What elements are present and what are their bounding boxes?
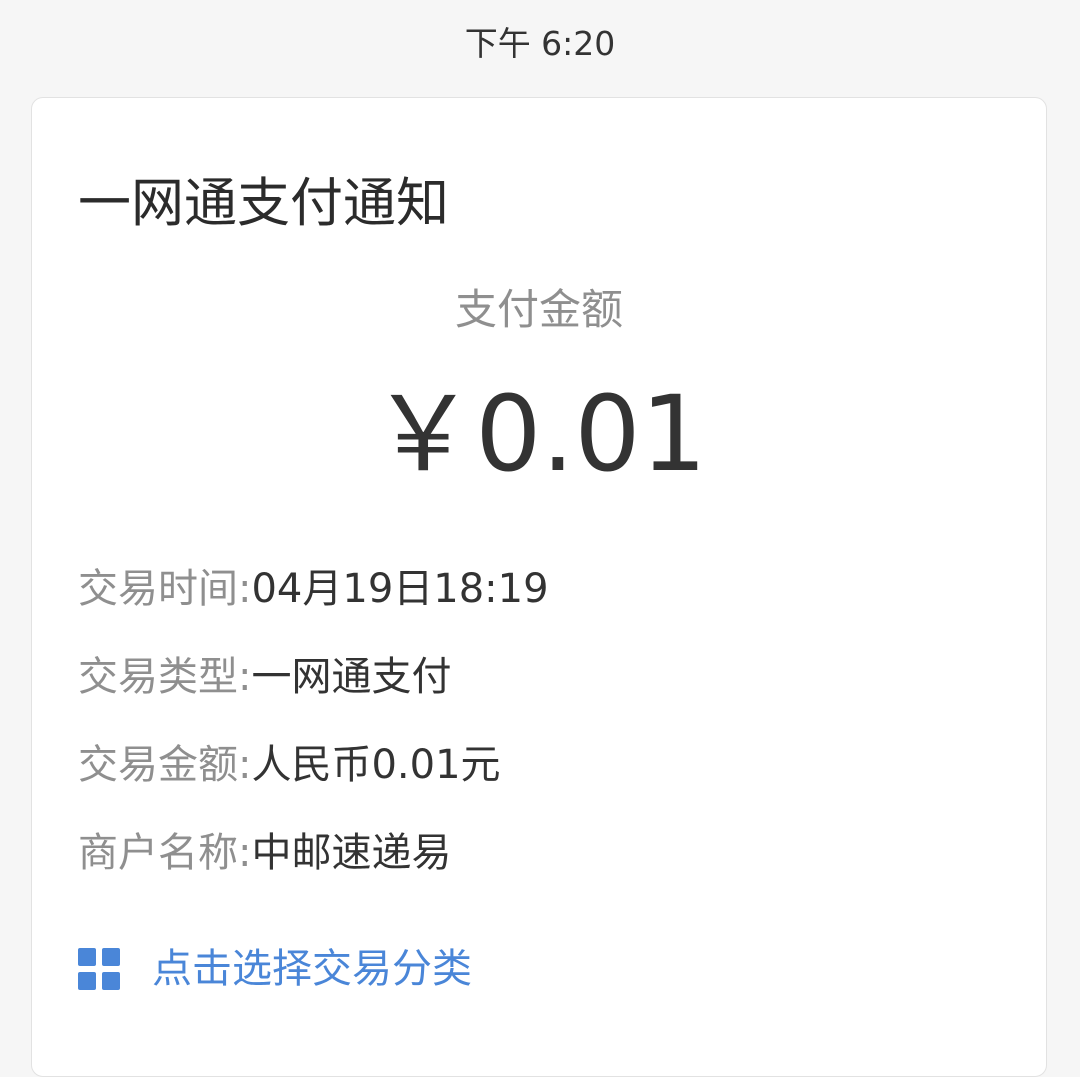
grid-icon-square: [78, 948, 96, 966]
notification-title: 一网通支付通知: [78, 173, 449, 234]
detail-value: 人民币0.01元: [251, 742, 501, 788]
grid-icon-square: [78, 972, 96, 990]
detail-label: 交易类型:: [78, 654, 252, 700]
detail-label: 交易时间:: [78, 566, 252, 612]
detail-value: 中邮速递易: [251, 830, 452, 876]
detail-row-transaction-time: 交易时间:04月19日18:19: [78, 564, 998, 652]
detail-value: 04月19日18:19: [251, 566, 549, 612]
category-link-label: 点击选择交易分类: [152, 946, 472, 992]
grid-icon-square: [102, 972, 120, 990]
grid-icon-square: [102, 948, 120, 966]
detail-label: 商户名称:: [78, 830, 252, 876]
detail-row-merchant-name: 商户名称:中邮速递易: [78, 828, 998, 916]
select-transaction-category-link[interactable]: 点击选择交易分类: [78, 941, 472, 997]
payment-amount-label: 支付金额: [454, 285, 623, 334]
message-timestamp: 下午 6:20: [464, 24, 616, 63]
detail-label: 交易金额:: [78, 742, 252, 788]
detail-row-transaction-amount: 交易金额:人民币0.01元: [78, 740, 998, 828]
transaction-details: 交易时间:04月19日18:19 交易类型:一网通支付 交易金额:人民币0.01…: [78, 564, 998, 916]
detail-value: 一网通支付: [251, 654, 452, 700]
detail-row-transaction-type: 交易类型:一网通支付: [78, 652, 998, 740]
payment-amount-value: ￥0.01: [371, 373, 707, 495]
payment-notification-card[interactable]: 一网通支付通知 支付金额 ￥0.01 交易时间:04月19日18:19 交易类型…: [31, 97, 1047, 1077]
grid-icon: [78, 948, 120, 990]
